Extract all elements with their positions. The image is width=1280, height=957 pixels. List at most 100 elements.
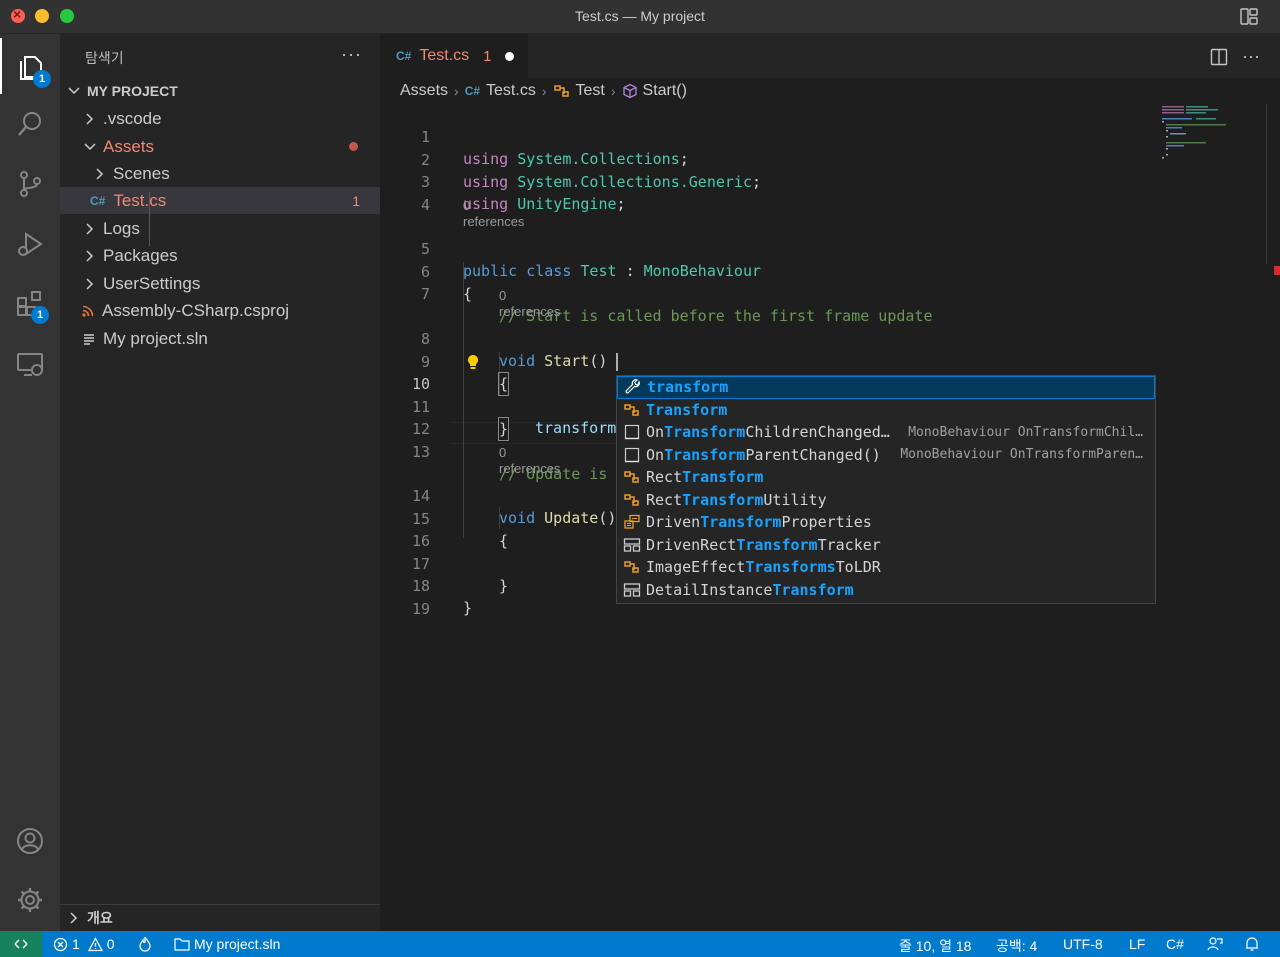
tree-item-assets[interactable]: Assets: [60, 133, 380, 160]
code-line: 6 {: [420, 262, 473, 303]
tree-item-logs[interactable]: Logs: [60, 215, 380, 242]
minimap[interactable]: [1158, 104, 1274, 931]
suggestion-item[interactable]: transform: [617, 376, 1155, 399]
code-line: 13 // Update is: [411, 442, 608, 483]
status-bar: 1 0 My project.sln 줄 10, 열 18 공백: 4 UTF-…: [0, 931, 1280, 957]
suggestion-item[interactable]: Rect Transform Utility: [617, 489, 1155, 512]
feedback-button[interactable]: [1207, 936, 1223, 952]
suggestion-item[interactable]: DetailInstance Transform: [617, 579, 1155, 602]
lines-file-icon: [84, 333, 94, 345]
code-line: 3 using UnityEngine;: [420, 173, 626, 213]
eol-setting[interactable]: LF: [1129, 936, 1145, 952]
tree-item-usersettings[interactable]: UserSettings: [60, 270, 380, 297]
chevron-right-icon: ›: [454, 83, 459, 99]
overview-ruler[interactable]: [1266, 104, 1280, 264]
flame-button[interactable]: [138, 936, 152, 952]
remote-indicator-button[interactable]: [0, 931, 42, 957]
account-icon: [17, 828, 43, 854]
chevron-down-icon: [68, 86, 80, 94]
source-control-icon: [20, 171, 41, 197]
activity-bar: 1 1: [0, 34, 60, 931]
tree-item-test-cs[interactable]: C# Test.cs 1: [60, 187, 380, 214]
class-icon: [553, 85, 569, 97]
suggestion-item[interactable]: Driven Transform Properties: [617, 511, 1155, 534]
breadcrumb-file[interactable]: Test.cs: [486, 82, 536, 100]
flame-icon: [139, 936, 151, 952]
search-icon: [18, 112, 41, 136]
code-line: 2 using System.Collections.Generic;: [420, 150, 762, 191]
suggestion-item[interactable]: On Transform ParentChanged() MonoBehaviour…: [617, 444, 1155, 467]
more-actions-button[interactable]: ···: [341, 44, 362, 65]
remote-explorer-activity[interactable]: [0, 336, 60, 392]
tab-problem-count: 1: [483, 47, 492, 65]
codelens-references[interactable]: 0 references: [499, 445, 560, 476]
class-icon: [621, 556, 643, 578]
explorer-activity[interactable]: 1: [0, 38, 60, 94]
suggestion-item[interactable]: Transform: [617, 399, 1155, 422]
explorer-sidebar: 탐색기 ··· MY PROJECT .vscode Assets Scenes…: [60, 34, 380, 931]
breadcrumb: Assets › C# Test.cs › Test › Start(): [400, 80, 687, 102]
code-line: 1 using System.Collections;: [420, 128, 689, 168]
split-editor-icon[interactable]: [1210, 48, 1228, 66]
tree-item-sln[interactable]: My project.sln: [60, 325, 380, 352]
remote-explorer-icon: [17, 353, 43, 376]
problems-indicator[interactable]: 1 0: [53, 936, 115, 952]
extensions-badge: 1: [31, 306, 49, 324]
chevron-right-icon: [86, 112, 94, 125]
manage-activity[interactable]: [0, 872, 60, 928]
project-section-header[interactable]: MY PROJECT: [60, 77, 380, 104]
indentation-setting[interactable]: 공백: 4: [996, 936, 1037, 956]
codelens-references[interactable]: 0 references: [463, 198, 524, 229]
code-line: 5 public class Test : MonoBehaviour: [420, 240, 762, 280]
customize-layout-icon[interactable]: [1240, 8, 1258, 25]
suggestion-item[interactable]: Rect Transform: [617, 466, 1155, 489]
accounts-activity[interactable]: [0, 813, 60, 869]
extensions-activity[interactable]: 1: [0, 276, 60, 332]
wrench-icon: [622, 376, 644, 398]
notifications-button[interactable]: [1244, 936, 1260, 952]
chevron-down-icon: [84, 142, 96, 150]
source-control-activity[interactable]: [0, 156, 60, 212]
breadcrumb-assets[interactable]: Assets: [400, 82, 448, 100]
error-marker: [1274, 266, 1280, 275]
code-line: 11 }: [411, 397, 510, 441]
language-mode[interactable]: C#: [1166, 936, 1184, 952]
text-cursor: [616, 353, 618, 371]
suggestion-item[interactable]: DrivenRect Transform Tracker: [617, 534, 1155, 557]
tree-item-csproj[interactable]: Assembly-CSharp.csproj: [60, 297, 380, 324]
tree-item-vscode[interactable]: .vscode: [60, 105, 380, 132]
run-debug-activity[interactable]: [0, 216, 60, 272]
code-line-current: 10 transform: [380, 351, 618, 437]
search-activity[interactable]: [0, 96, 60, 152]
lightbulb-icon[interactable]: [466, 354, 480, 370]
problem-count-badge: 1: [352, 192, 360, 209]
chevron-right-icon: [86, 222, 94, 235]
chevron-right-icon: [70, 912, 78, 924]
encoding-setting[interactable]: UTF-8: [1063, 936, 1103, 952]
cursor-position[interactable]: 줄 10, 열 18: [899, 936, 971, 956]
code-line: 17 }: [411, 554, 509, 595]
outline-section-header[interactable]: 개요: [60, 904, 380, 931]
code-line: 4: [420, 195, 430, 214]
rss-file-icon: [82, 305, 94, 317]
breadcrumb-method[interactable]: Start(): [643, 82, 687, 100]
csharp-file-icon: C#: [464, 84, 481, 98]
breadcrumb-class[interactable]: Test: [576, 82, 605, 100]
suggestion-item[interactable]: ImageEffect Transforms ToLDR: [617, 556, 1155, 579]
unsaved-dot-icon[interactable]: [505, 51, 515, 61]
more-editor-actions-button[interactable]: ···: [1242, 46, 1260, 67]
code-line: 8 void Start(): [420, 330, 608, 370]
chevron-right-icon: [96, 167, 104, 180]
gear-icon: [18, 888, 42, 912]
bell-icon: [1246, 937, 1258, 951]
warning-icon: [87, 936, 103, 951]
tree-item-scenes[interactable]: Scenes: [60, 160, 380, 187]
solution-selector[interactable]: My project.sln: [174, 936, 280, 952]
codelens-references[interactable]: 0 references: [499, 288, 560, 319]
struct-icon: [621, 534, 643, 556]
tab-test-cs[interactable]: C# Test.cs 1: [380, 34, 528, 78]
suggestion-item[interactable]: On Transform ChildrenChanged… MonoBehaviou…: [617, 421, 1155, 444]
editor-actions: ···: [1210, 46, 1260, 67]
tree-item-packages[interactable]: Packages: [60, 242, 380, 269]
error-icon: [53, 937, 68, 951]
